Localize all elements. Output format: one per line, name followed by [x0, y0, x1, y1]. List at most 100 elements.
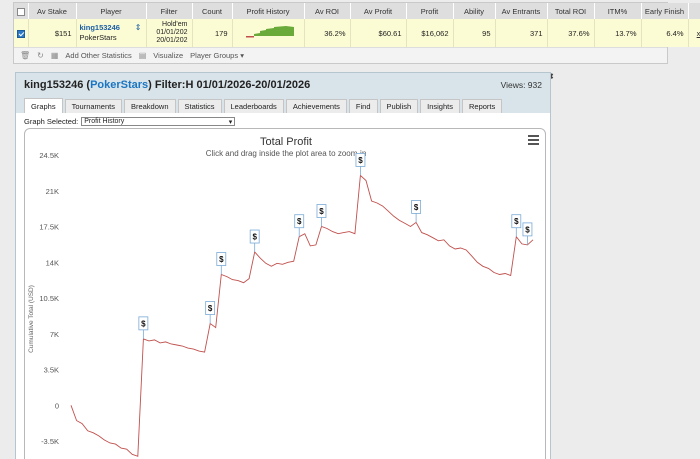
visualize-icon: ▤: [138, 51, 147, 60]
cash-marker[interactable]: $: [294, 214, 305, 237]
av-profit-cell: $60.61: [350, 19, 407, 47]
y-tick-label: 0: [55, 401, 59, 410]
profit-sparkline[interactable]: [234, 22, 302, 42]
cash-marker-label: $: [208, 304, 213, 313]
count-cell: 179: [192, 19, 233, 47]
y-axis-label: Cumulative Total (USD): [28, 285, 35, 353]
remove-header: [688, 3, 700, 19]
graph-select-label: Graph Selected:: [24, 117, 79, 126]
tab-insights[interactable]: Insights: [420, 99, 460, 113]
refresh-icon[interactable]: ↻: [37, 51, 44, 60]
cash-marker-label: $: [514, 217, 519, 226]
select-all-checkbox[interactable]: [16, 7, 25, 16]
col-header[interactable]: Early Finish: [641, 3, 689, 19]
select-all-header[interactable]: [14, 3, 29, 19]
col-header[interactable]: Count: [192, 3, 233, 19]
graph-select-value: Profit History: [84, 118, 125, 125]
tab-leaderboards[interactable]: Leaderboards: [223, 99, 284, 113]
ability-cell: 95: [453, 19, 496, 47]
panel-tabs: Graphs Tournaments Breakdown Statistics …: [16, 97, 550, 113]
row-checkbox[interactable]: [16, 29, 25, 38]
y-tick-label: 14K: [46, 258, 59, 267]
col-header[interactable]: Av Profit: [350, 3, 407, 19]
remove-cell: x: [688, 19, 700, 47]
add-stats-icon: ▦: [50, 51, 59, 60]
chart-container[interactable]: Total Profit Click and drag inside the p…: [24, 128, 546, 459]
sparkline-negative: [246, 36, 254, 38]
add-stats-button[interactable]: Add Other Statistics: [65, 51, 131, 60]
cash-marker-label: $: [219, 255, 224, 264]
filter-cell: Hold'em 01/01/202 20/01/202: [146, 19, 193, 47]
player-name-link[interactable]: king153246: [80, 23, 120, 33]
player-cell: king153246 ⇕ PokerStars: [76, 19, 147, 47]
col-header[interactable]: Profit: [406, 3, 454, 19]
tab-breakdown[interactable]: Breakdown: [123, 99, 176, 113]
chart-title: Total Profit: [260, 136, 312, 148]
y-tick-label: -3.5K: [41, 437, 59, 446]
cash-marker[interactable]: $: [205, 301, 216, 324]
table-row: $151 king153246 ⇕ PokerStars Hold'em 01/…: [14, 19, 700, 47]
av-stake-cell: $151: [28, 19, 77, 47]
row-select-cell[interactable]: [14, 19, 29, 47]
y-tick-label: 7K: [50, 330, 59, 339]
chart-subtitle: Click and drag inside the plot area to z…: [206, 149, 367, 158]
cash-marker-label: $: [297, 217, 302, 226]
cash-marker-label: $: [141, 319, 146, 328]
tab-reports[interactable]: Reports: [461, 99, 503, 113]
y-tick-label: 3.5K: [44, 366, 59, 375]
player-menu-icon[interactable]: ⇕: [135, 23, 142, 33]
itm-cell: 13.7%: [594, 19, 642, 47]
cash-marker-label: $: [525, 225, 530, 234]
col-header[interactable]: Total ROI: [547, 3, 595, 19]
col-header[interactable]: Av Stake: [28, 3, 77, 19]
table-header-row: Av Stake Player Filter Count Profit Hist…: [14, 3, 700, 19]
panel-site-link[interactable]: PokerStars: [90, 79, 148, 91]
av-roi-cell: 36.2%: [304, 19, 351, 47]
filter-line: 01/01/202: [156, 29, 188, 36]
visualize-button[interactable]: Visualize: [153, 51, 183, 60]
col-header[interactable]: Filter: [146, 3, 193, 19]
cash-marker[interactable]: $: [216, 252, 227, 275]
cash-marker[interactable]: $: [316, 204, 327, 227]
total-roi-cell: 37.6%: [547, 19, 595, 47]
cash-marker[interactable]: $: [511, 214, 522, 237]
col-header[interactable]: Av Entrants: [495, 3, 548, 19]
cash-marker[interactable]: $: [411, 200, 422, 223]
tab-tournaments[interactable]: Tournaments: [64, 99, 122, 113]
y-tick-label: 10.5K: [39, 294, 59, 303]
cash-marker-label: $: [358, 156, 363, 165]
profit-history-cell[interactable]: [232, 19, 305, 47]
col-header[interactable]: Av ROI: [304, 3, 351, 19]
player-site: PokerStars: [79, 33, 117, 42]
filter-line: 20/01/202: [156, 37, 188, 44]
col-header[interactable]: Player: [76, 3, 147, 19]
panel-player-name: king153246: [24, 79, 84, 91]
tab-find[interactable]: Find: [348, 99, 378, 113]
player-groups-dropdown[interactable]: Player Groups ▾: [190, 51, 244, 60]
cash-marker-label: $: [252, 233, 257, 242]
cash-marker[interactable]: $: [249, 229, 260, 253]
hamburger-menu-icon[interactable]: [528, 135, 539, 147]
player-panel: king153246 (PokerStars) Filter:H 01/01/2…: [15, 72, 551, 459]
tab-achievements[interactable]: Achievements: [285, 99, 347, 113]
col-header[interactable]: Profit History: [232, 3, 305, 19]
stats-toolbar: 🗑 ↻ ▦ Add Other Statistics ▤ Visualize P…: [14, 47, 667, 63]
cash-marker[interactable]: $: [355, 153, 366, 176]
remove-row-link[interactable]: x: [697, 29, 700, 38]
tab-publish[interactable]: Publish: [379, 99, 419, 113]
tab-graphs[interactable]: Graphs: [24, 98, 63, 113]
panel-filter-text: Filter:H 01/01/2026-20/01/2026: [154, 79, 311, 91]
graph-select[interactable]: Profit History ▾: [81, 117, 236, 126]
chevron-down-icon: ▾: [228, 118, 233, 126]
trash-icon[interactable]: 🗑: [20, 51, 30, 60]
col-header[interactable]: Ability: [453, 3, 496, 19]
cash-marker[interactable]: $: [138, 316, 149, 339]
y-tick-label: 24.5K: [39, 151, 59, 160]
col-header[interactable]: ITM%: [594, 3, 642, 19]
profit-chart[interactable]: Total Profit Click and drag inside the p…: [25, 129, 546, 459]
tab-statistics[interactable]: Statistics: [177, 99, 222, 113]
early-finish-cell: 6.4%: [641, 19, 689, 47]
cash-marker-label: $: [414, 203, 419, 212]
panel-title: king153246 (PokerStars) Filter:H 01/01/2…: [24, 79, 311, 91]
filter-line: Hold'em: [162, 21, 188, 28]
